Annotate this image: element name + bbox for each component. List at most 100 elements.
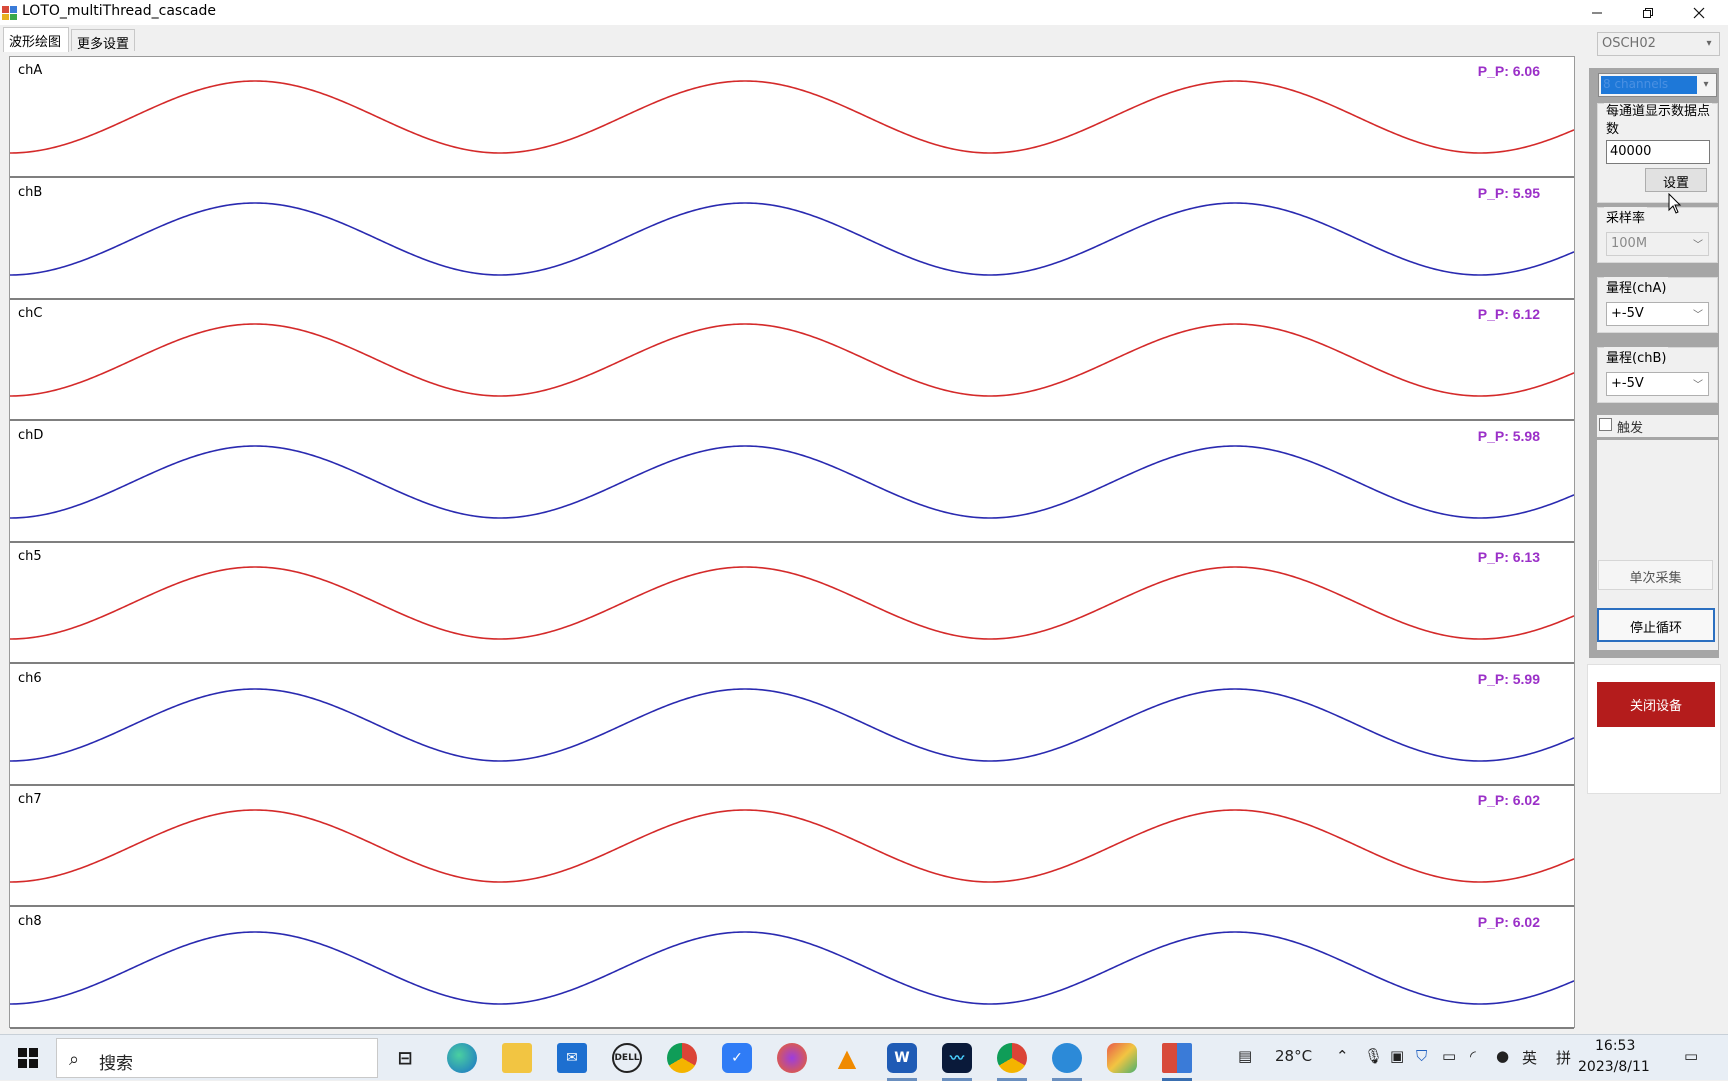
- waveform-ch6: [10, 688, 1574, 762]
- waveform-line: [10, 809, 1574, 883]
- trigger-row: 触发: [1597, 415, 1718, 437]
- peak-to-peak-value: P_P: 6.02: [1477, 792, 1540, 808]
- waveform-chC: [10, 323, 1574, 397]
- waveform-ch7: [10, 809, 1574, 883]
- range-cha-group: 量程(chA) +-5V ﹀: [1597, 277, 1718, 333]
- channel-label: chB: [18, 185, 43, 200]
- mouse-cursor-icon: [1668, 193, 1682, 214]
- title-bar: LOTO_multiThread_cascade: [0, 0, 1728, 25]
- file-explorer-icon[interactable]: [502, 1043, 532, 1073]
- edge-icon[interactable]: [447, 1043, 477, 1073]
- peak-to-peak-value: P_P: 6.12: [1477, 306, 1540, 322]
- range-chb-group: 量程(chB) +-5V ﹀: [1597, 347, 1718, 403]
- word-icon[interactable]: W: [887, 1043, 917, 1073]
- set-button[interactable]: 设置: [1645, 168, 1707, 192]
- points-group-title: 每通道显示数据点数: [1604, 103, 1712, 139]
- stop-loop-button[interactable]: 停止循环: [1597, 608, 1715, 642]
- points-group: 每通道显示数据点数 40000 设置: [1597, 103, 1718, 203]
- clock-date[interactable]: 2023/8/11: [1578, 1059, 1650, 1075]
- waveform-app-icon[interactable]: 〰: [942, 1043, 972, 1073]
- channels-select-value: 8 channels: [1601, 76, 1697, 94]
- chrome-icon[interactable]: [667, 1043, 697, 1073]
- close-window-button[interactable]: [1673, 0, 1724, 25]
- microphone-icon[interactable]: 🎙: [1364, 1047, 1383, 1065]
- chevron-down-icon: ﹀: [1693, 239, 1703, 251]
- waveform-line: [10, 688, 1574, 762]
- app-icon: [2, 6, 17, 20]
- weather-temp[interactable]: 28°C: [1275, 1047, 1312, 1065]
- peak-to-peak-value: P_P: 6.06: [1477, 63, 1540, 79]
- battery-icon[interactable]: ▭: [1442, 1047, 1456, 1065]
- feishu-icon[interactable]: ✓: [722, 1043, 752, 1073]
- waveform-ch8: [10, 931, 1574, 1005]
- minimize-icon: [1591, 12, 1602, 13]
- single-capture-button[interactable]: 单次采集: [1598, 560, 1713, 590]
- ime-lang[interactable]: 英: [1522, 1047, 1537, 1068]
- range-cha-title: 量程(chA): [1604, 277, 1669, 296]
- channel-label: ch5: [18, 549, 42, 564]
- waveform-line: [10, 931, 1574, 1005]
- restore-button[interactable]: [1622, 0, 1673, 25]
- waveform-line: [10, 445, 1574, 519]
- device-select-value: OSCH02: [1602, 36, 1656, 51]
- close-icon: [1693, 7, 1704, 18]
- device-select[interactable]: OSCH02 ▾: [1597, 32, 1720, 56]
- plot-panel-chC: chC P_P: 6.12: [10, 300, 1574, 421]
- task-view-icon[interactable]: ⊟: [390, 1043, 420, 1073]
- range-cha-value: +-5V: [1611, 306, 1644, 321]
- plot-panel-ch8: ch8 P_P: 6.02: [10, 908, 1574, 1029]
- waveform-chA: [10, 80, 1574, 154]
- range-chb-value: +-5V: [1611, 376, 1644, 391]
- display-icon[interactable]: ▣: [1390, 1047, 1404, 1065]
- taskbar-search[interactable]: ⌕ 搜索: [56, 1038, 378, 1078]
- clock-time[interactable]: 16:53: [1595, 1038, 1635, 1054]
- channel-label: chA: [18, 63, 43, 78]
- peak-to-peak-value: P_P: 5.98: [1477, 428, 1540, 444]
- browser-icon[interactable]: [1052, 1043, 1082, 1073]
- close-device-button[interactable]: 关闭设备: [1597, 682, 1715, 727]
- chevron-up-icon[interactable]: ⌃: [1336, 1047, 1349, 1065]
- weather-icon[interactable]: ▤: [1238, 1047, 1252, 1065]
- channel-label: chD: [18, 428, 44, 443]
- sample-rate-group: 采样率 100M ﹀: [1597, 207, 1718, 263]
- trigger-label: 触发: [1617, 421, 1644, 436]
- waveform-line: [10, 566, 1574, 640]
- waveform-chB: [10, 202, 1574, 276]
- paint-icon[interactable]: [1107, 1043, 1137, 1073]
- restore-icon: [1642, 7, 1653, 18]
- mail-icon[interactable]: ✉: [557, 1043, 587, 1073]
- minimize-button[interactable]: [1571, 0, 1622, 25]
- notification-icon[interactable]: ▭: [1684, 1047, 1698, 1065]
- peak-to-peak-value: P_P: 6.02: [1477, 914, 1540, 930]
- loto-app-icon[interactable]: [1162, 1043, 1192, 1073]
- plot-panel-ch5: ch5 P_P: 6.13: [10, 543, 1574, 664]
- channel-label: ch7: [18, 792, 42, 807]
- firefox-icon[interactable]: [777, 1043, 807, 1073]
- taskbar: ⌕ 搜索 ⊟ ✉ DELL ✓ ▲ W 〰 ▤ 28°C ⌃ 🎙 ▣ ⛉ ▭ ◜…: [0, 1034, 1728, 1081]
- ime-mode[interactable]: 拼: [1556, 1047, 1571, 1068]
- vlc-icon[interactable]: ▲: [832, 1043, 862, 1073]
- sample-rate-select[interactable]: 100M ﹀: [1606, 232, 1709, 256]
- plot-panel-chD: chD P_P: 5.98: [10, 422, 1574, 543]
- trigger-checkbox[interactable]: [1599, 418, 1612, 431]
- peak-to-peak-value: P_P: 5.95: [1477, 185, 1540, 201]
- shield-icon[interactable]: ⛉: [1416, 1047, 1427, 1065]
- wifi-icon[interactable]: ◜: [1470, 1047, 1476, 1065]
- plots-area: chA P_P: 6.06 chB P_P: 5.95 chC P_P: 6.12 chD P…: [9, 56, 1575, 1029]
- chrome-icon-2[interactable]: [997, 1043, 1027, 1073]
- tab-waveform[interactable]: 波形绘图: [3, 27, 69, 52]
- channels-select[interactable]: 8 channels ▾: [1598, 73, 1717, 97]
- range-cha-select[interactable]: +-5V ﹀: [1606, 302, 1709, 326]
- window-title: LOTO_multiThread_cascade: [22, 3, 216, 19]
- channel-label: ch6: [18, 671, 42, 686]
- chevron-down-icon: ﹀: [1693, 309, 1703, 321]
- waveform-line: [10, 323, 1574, 397]
- tab-more-settings[interactable]: 更多设置: [71, 29, 135, 52]
- sample-rate-value: 100M: [1611, 236, 1648, 251]
- windows-start-icon[interactable]: [18, 1048, 38, 1068]
- dell-icon[interactable]: DELL: [612, 1043, 642, 1073]
- plot-panel-ch6: ch6 P_P: 5.99: [10, 665, 1574, 786]
- range-chb-select[interactable]: +-5V ﹀: [1606, 372, 1709, 396]
- qq-icon[interactable]: ●: [1496, 1047, 1509, 1065]
- points-input[interactable]: 40000: [1606, 140, 1710, 164]
